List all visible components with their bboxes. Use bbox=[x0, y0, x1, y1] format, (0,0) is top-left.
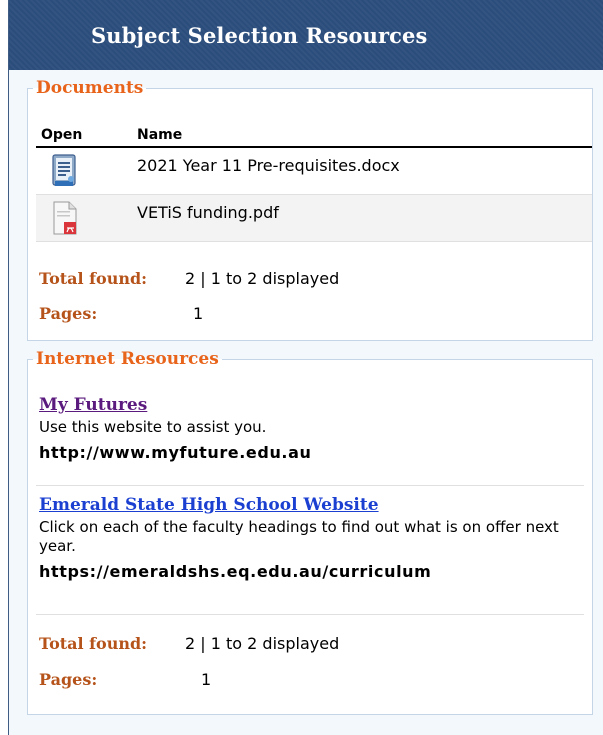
document-name-link[interactable]: VETiS funding.pdf bbox=[137, 203, 279, 222]
resource-description: Click on each of the faculty headings to… bbox=[39, 518, 559, 555]
total-found-label: Total found: bbox=[39, 634, 148, 653]
resource-description: Use this website to assist you. bbox=[39, 418, 267, 436]
divider bbox=[36, 614, 584, 615]
pdf-document-icon[interactable] bbox=[50, 201, 80, 235]
resource-item: Emerald State High School Website Click … bbox=[39, 495, 584, 581]
total-found-label: Total found: bbox=[39, 269, 148, 288]
subject-selection-panel: Subject Selection Resources Documents Op… bbox=[8, 0, 603, 735]
internet-resources-section: Internet Resources My Futures Use this w… bbox=[27, 349, 593, 715]
pages-value[interactable]: 1 bbox=[201, 670, 211, 689]
document-row: 2021 Year 11 Pre-requisites.docx bbox=[36, 148, 592, 195]
document-row: VETiS funding.pdf bbox=[36, 195, 592, 242]
column-name: Name bbox=[137, 127, 183, 143]
documents-legend: Documents bbox=[36, 78, 144, 98]
documents-pages: Pages: 1 bbox=[39, 304, 203, 323]
internet-total-found: Total found: 2 | 1 to 2 displayed bbox=[39, 634, 339, 653]
total-found-value: 2 | 1 to 2 displayed bbox=[185, 269, 340, 288]
pages-label: Pages: bbox=[39, 304, 98, 323]
word-document-icon[interactable] bbox=[50, 154, 80, 188]
internet-resources-legend: Internet Resources bbox=[36, 349, 219, 369]
internet-pages: Pages: 1 bbox=[39, 670, 211, 689]
panel-title: Subject Selection Resources bbox=[91, 22, 428, 48]
documents-section: Documents Open Name 2021 Year 11 Pre-req… bbox=[27, 78, 593, 341]
pages-value[interactable]: 1 bbox=[193, 304, 203, 323]
resource-url: http://www.myfuture.edu.au bbox=[39, 443, 312, 462]
documents-total-found: Total found: 2 | 1 to 2 displayed bbox=[39, 269, 339, 288]
total-found-value: 2 | 1 to 2 displayed bbox=[185, 634, 340, 653]
panel-header: Subject Selection Resources bbox=[9, 0, 603, 70]
documents-table-header: Open Name bbox=[36, 126, 592, 148]
resource-url: https://emeraldshs.eq.edu.au/curriculum bbox=[39, 562, 432, 581]
resource-title-link[interactable]: Emerald State High School Website bbox=[39, 495, 379, 515]
resource-item: My Futures Use this website to assist yo… bbox=[39, 395, 584, 462]
column-open: Open bbox=[41, 127, 83, 143]
divider bbox=[36, 485, 584, 486]
document-name-link[interactable]: 2021 Year 11 Pre-requisites.docx bbox=[137, 156, 400, 175]
resource-title-link[interactable]: My Futures bbox=[39, 395, 147, 415]
pages-label: Pages: bbox=[39, 670, 98, 689]
